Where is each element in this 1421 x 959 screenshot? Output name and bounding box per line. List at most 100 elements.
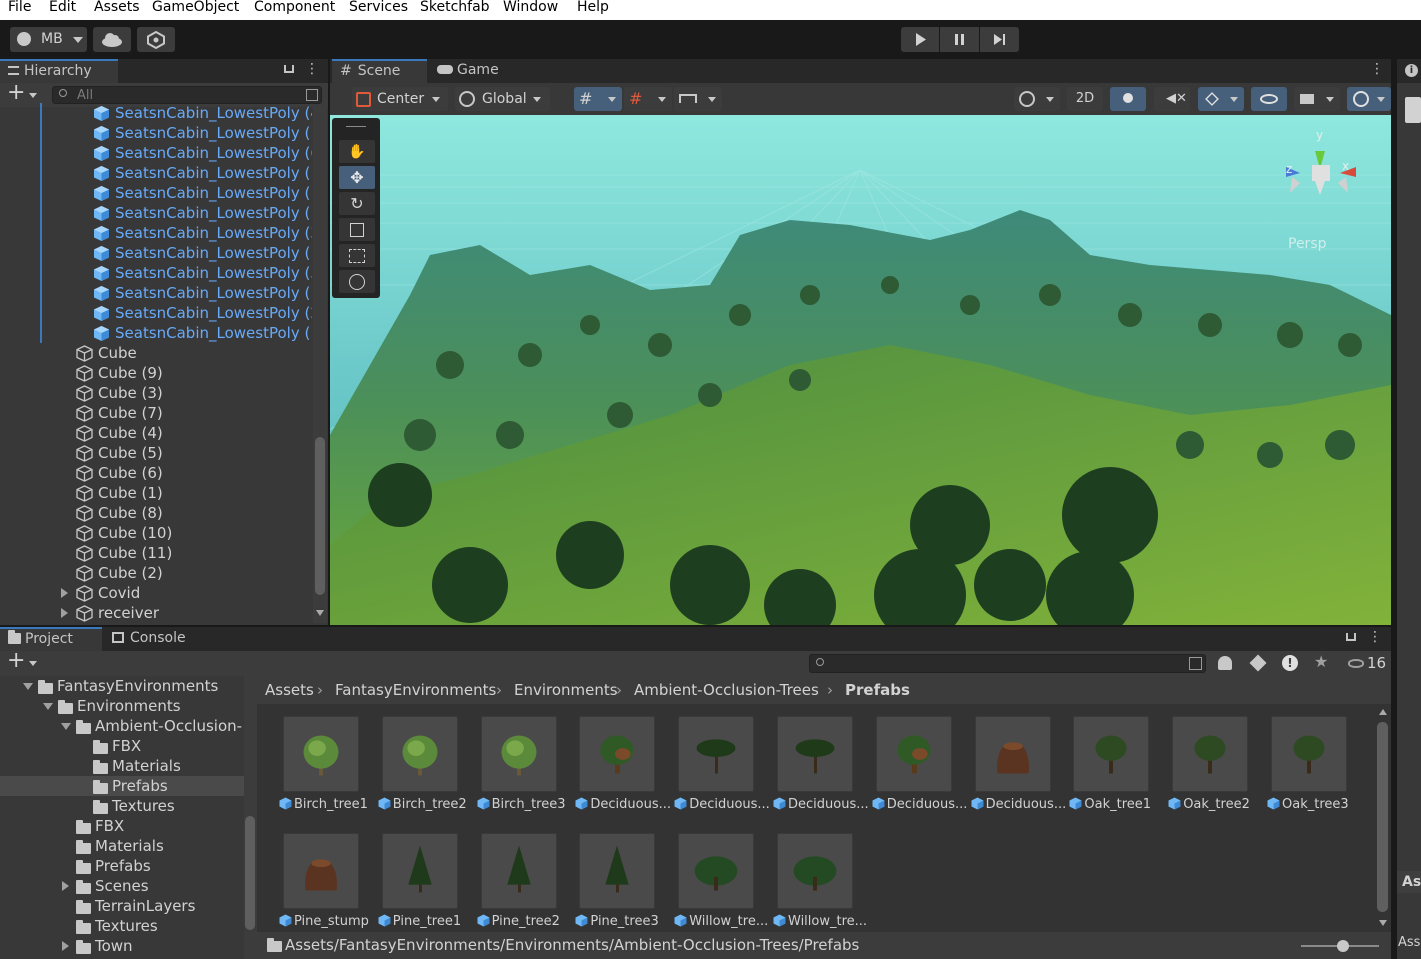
scroll-up-icon[interactable]: [1379, 709, 1387, 715]
hierarchy-row[interactable]: Cube (11): [0, 543, 310, 563]
lighting-toggle[interactable]: [1110, 87, 1146, 111]
account-button[interactable]: MB: [10, 27, 87, 52]
project-search-input[interactable]: [809, 654, 1206, 673]
asset-item[interactable]: Oak_tree1: [1069, 716, 1164, 813]
asset-item[interactable]: Oak_tree3: [1267, 716, 1362, 813]
chevron-down-icon[interactable]: [29, 93, 37, 98]
folder-tree-item[interactable]: Scenes: [0, 876, 244, 896]
step-button[interactable]: [980, 27, 1019, 52]
toggle-2d-button[interactable]: 2D: [1067, 87, 1103, 111]
breadcrumb-item[interactable]: Ambient-Occlusion-Trees: [634, 676, 819, 704]
expand-arrow-icon[interactable]: [62, 881, 69, 891]
scene-visibility-toggle[interactable]: [1251, 87, 1287, 111]
hierarchy-row[interactable]: SeatsnCabin_LowestPoly (5: [0, 263, 312, 283]
breadcrumb-item[interactable]: Prefabs: [845, 676, 910, 704]
asset-item[interactable]: Pine_tree1: [378, 833, 473, 930]
hierarchy-row[interactable]: Cube (6): [0, 463, 310, 483]
draw-mode-dropdown[interactable]: [1014, 87, 1060, 111]
add-icon[interactable]: +: [7, 648, 25, 673]
star-icon[interactable]: ★: [1314, 652, 1328, 671]
hierarchy-row[interactable]: Cube (1): [0, 483, 310, 503]
play-button[interactable]: [901, 27, 939, 52]
asset-item[interactable]: Pine_stump: [279, 833, 374, 930]
folder-tree-item[interactable]: Prefabs: [0, 776, 244, 796]
collab-button[interactable]: [137, 27, 175, 52]
asset-item[interactable]: Willow_tre...: [773, 833, 868, 930]
hierarchy-row[interactable]: Cube (8): [0, 503, 310, 523]
gizmos-dropdown[interactable]: [1347, 87, 1391, 111]
hierarchy-row[interactable]: SeatsnCabin_LowestPoly (: [0, 283, 310, 303]
drag-handle-icon[interactable]: [346, 126, 366, 127]
tab-scene[interactable]: # Scene: [332, 59, 427, 83]
kebab-menu-icon[interactable]: ⋮: [305, 61, 319, 77]
chevron-down-icon[interactable]: [29, 661, 37, 666]
hierarchy-row[interactable]: receiver: [0, 603, 310, 623]
breadcrumb-item[interactable]: Environments: [514, 676, 618, 704]
hierarchy-scrollbar[interactable]: [313, 107, 327, 623]
collapse-arrow-icon[interactable]: [61, 723, 71, 730]
asset-item[interactable]: Deciduous...: [872, 716, 967, 813]
kebab-menu-icon[interactable]: ⋮: [1368, 629, 1382, 645]
folder-tree-item[interactable]: Textures: [0, 916, 244, 936]
move-tool[interactable]: ✥: [339, 166, 375, 189]
hierarchy-row[interactable]: SeatsnCabin_LowestPoly (: [0, 123, 310, 143]
hierarchy-row[interactable]: Cube: [0, 343, 310, 363]
hierarchy-row[interactable]: SeatsnCabin_LowestPoly (6: [0, 143, 312, 163]
asset-item[interactable]: Willow_tre...: [674, 833, 769, 930]
breadcrumb-item[interactable]: Assets: [265, 676, 314, 704]
folder-tree-item[interactable]: Materials: [0, 836, 244, 856]
asset-item[interactable]: Deciduous...: [773, 716, 868, 813]
menu-item-edit[interactable]: Edit: [49, 0, 76, 15]
hierarchy-row[interactable]: SeatsnCabin_LowestPoly (2: [0, 303, 312, 323]
pause-button[interactable]: [940, 27, 979, 52]
filter-type-icon[interactable]: [1218, 656, 1232, 670]
hierarchy-row[interactable]: Cube (5): [0, 443, 310, 463]
hierarchy-row[interactable]: SeatsnCabin_LowestPoly (: [0, 183, 310, 203]
scene-viewport[interactable]: y x z Persp ✋ ✥ ↻: [330, 115, 1391, 625]
hierarchy-row[interactable]: SeatsnCabin_LowestPoly (: [0, 163, 310, 183]
menu-item-component[interactable]: Component: [254, 0, 335, 15]
scroll-down-icon[interactable]: [316, 610, 324, 616]
expand-arrow-icon[interactable]: [62, 941, 69, 951]
increment-snap-toggle[interactable]: #: [624, 87, 672, 111]
tab-console[interactable]: Console: [104, 627, 204, 651]
collapse-arrow-icon[interactable]: [43, 703, 53, 710]
asset-item[interactable]: Birch_tree2: [378, 716, 473, 813]
info-icon[interactable]: i: [1405, 64, 1418, 77]
hierarchy-row[interactable]: Cube (2): [0, 563, 310, 583]
grid-scrollbar[interactable]: [1375, 706, 1391, 932]
folder-tree-item[interactable]: Textures: [0, 796, 244, 816]
scrollbar-thumb[interactable]: [245, 816, 255, 930]
folder-tree-item[interactable]: Ambient-Occlusion-: [0, 716, 244, 736]
transform-tool[interactable]: [339, 270, 375, 293]
grid-snap-toggle[interactable]: #: [574, 87, 622, 111]
hierarchy-row[interactable]: Cube (3): [0, 383, 310, 403]
hierarchy-row[interactable]: SeatsnCabin_LowestPoly (: [0, 243, 310, 263]
folder-tree-item[interactable]: Materials: [0, 756, 244, 776]
hand-tool[interactable]: ✋: [339, 140, 375, 163]
expand-arrow-icon[interactable]: [61, 608, 68, 618]
folder-tree-item[interactable]: Prefabs: [0, 856, 244, 876]
pivot-dropdown[interactable]: Center: [352, 87, 448, 111]
breadcrumb-item[interactable]: FantasyEnvironments: [335, 676, 496, 704]
asset-item[interactable]: Pine_tree2: [477, 833, 572, 930]
folder-tree-item[interactable]: Environments: [0, 696, 244, 716]
warning-icon[interactable]: !: [1282, 655, 1298, 671]
asset-item[interactable]: Deciduous...: [674, 716, 769, 813]
asset-item[interactable]: Birch_tree3: [477, 716, 572, 813]
folder-tree-item[interactable]: FBX: [0, 816, 244, 836]
tree-scrollbar[interactable]: [244, 676, 257, 959]
asset-item[interactable]: Pine_tree3: [575, 833, 670, 930]
menu-item-sketchfab[interactable]: Sketchfab: [420, 0, 490, 15]
hierarchy-row[interactable]: Cube (10): [0, 523, 310, 543]
space-dropdown[interactable]: Global: [455, 87, 550, 111]
hierarchy-search-input[interactable]: All: [52, 86, 322, 104]
folder-tree-item[interactable]: FantasyEnvironments: [0, 676, 244, 696]
scrollbar-thumb[interactable]: [315, 437, 325, 595]
folder-tree-item[interactable]: FBX: [0, 736, 244, 756]
hierarchy-row[interactable]: SeatsnCabin_LowestPoly (: [0, 203, 310, 223]
hierarchy-row[interactable]: Cube (7): [0, 403, 310, 423]
menu-item-help[interactable]: Help: [577, 0, 609, 15]
rotate-tool[interactable]: ↻: [339, 192, 375, 215]
menu-item-services[interactable]: Services: [349, 0, 408, 15]
